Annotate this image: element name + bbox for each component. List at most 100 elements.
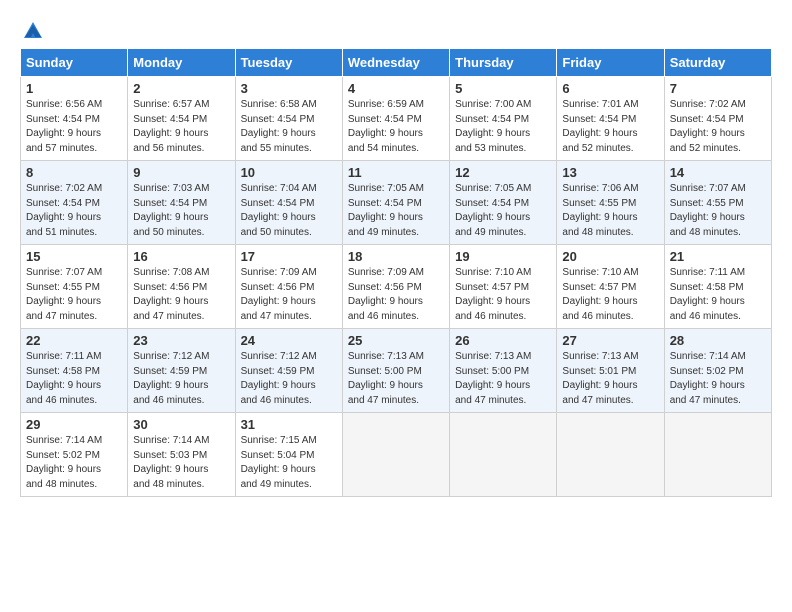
day-info: Sunrise: 7:09 AM Sunset: 4:56 PM Dayligh…	[348, 266, 444, 324]
day-info: Sunrise: 7:01 AM Sunset: 4:54 PM Dayligh…	[562, 98, 658, 156]
calendar-cell: 18 Sunrise: 7:09 AM Sunset: 4:56 PM Dayli…	[342, 245, 449, 329]
day-info: Sunrise: 7:04 AM Sunset: 4:54 PM Dayligh…	[241, 182, 337, 240]
calendar-cell: 5Sunrise: 7:00 AM Sunset: 4:54 PM Daylig…	[450, 77, 557, 161]
day-info: Sunrise: 7:14 AM Sunset: 5:02 PM Dayligh…	[670, 350, 766, 408]
calendar-cell: 7 Sunrise: 7:02 AM Sunset: 4:54 PM Daylig…	[664, 77, 771, 161]
day-info: Sunrise: 7:02 AM Sunset: 4:54 PM Dayligh…	[26, 182, 122, 240]
day-info: Sunrise: 7:07 AM Sunset: 4:55 PM Dayligh…	[26, 266, 122, 324]
day-number: 29	[26, 417, 122, 432]
day-info: Sunrise: 7:11 AM Sunset: 4:58 PM Dayligh…	[670, 266, 766, 324]
calendar-cell: 21 Sunrise: 7:11 AM Sunset: 4:58 PM Dayli…	[664, 245, 771, 329]
calendar-cell: 25 Sunrise: 7:13 AM Sunset: 5:00 PM Dayli…	[342, 329, 449, 413]
calendar-cell: 3Sunrise: 6:58 AM Sunset: 4:54 PM Daylig…	[235, 77, 342, 161]
day-number: 3	[241, 81, 337, 96]
day-info: Sunrise: 7:10 AM Sunset: 4:57 PM Dayligh…	[562, 266, 658, 324]
calendar-cell: 12Sunrise: 7:05 AM Sunset: 4:54 PM Dayli…	[450, 161, 557, 245]
day-info: Sunrise: 7:05 AM Sunset: 4:54 PM Dayligh…	[348, 182, 444, 240]
day-number: 4	[348, 81, 444, 96]
day-info: Sunrise: 7:12 AM Sunset: 4:59 PM Dayligh…	[133, 350, 229, 408]
day-info: Sunrise: 7:14 AM Sunset: 5:02 PM Dayligh…	[26, 434, 122, 492]
day-info: Sunrise: 6:57 AM Sunset: 4:54 PM Dayligh…	[133, 98, 229, 156]
day-number: 13	[562, 165, 658, 180]
day-info: Sunrise: 7:10 AM Sunset: 4:57 PM Dayligh…	[455, 266, 551, 324]
day-number: 7	[670, 81, 766, 96]
header	[20, 16, 772, 42]
calendar-cell: 23 Sunrise: 7:12 AM Sunset: 4:59 PM Dayli…	[128, 329, 235, 413]
day-number: 11	[348, 165, 444, 180]
day-header-monday: Monday	[128, 49, 235, 77]
day-header-saturday: Saturday	[664, 49, 771, 77]
calendar-cell	[342, 413, 449, 497]
day-number: 5	[455, 81, 551, 96]
day-number: 17	[241, 249, 337, 264]
calendar-week-3: 15 Sunrise: 7:07 AM Sunset: 4:55 PM Dayli…	[21, 245, 772, 329]
day-number: 31	[241, 417, 337, 432]
calendar-cell: 8 Sunrise: 7:02 AM Sunset: 4:54 PM Daylig…	[21, 161, 128, 245]
day-number: 19	[455, 249, 551, 264]
day-number: 6	[562, 81, 658, 96]
day-number: 8	[26, 165, 122, 180]
day-number: 2	[133, 81, 229, 96]
calendar-header-row: SundayMondayTuesdayWednesdayThursdayFrid…	[21, 49, 772, 77]
calendar-week-2: 8 Sunrise: 7:02 AM Sunset: 4:54 PM Daylig…	[21, 161, 772, 245]
page-container: SundayMondayTuesdayWednesdayThursdayFrid…	[0, 0, 792, 507]
day-info: Sunrise: 7:13 AM Sunset: 5:00 PM Dayligh…	[455, 350, 551, 408]
day-info: Sunrise: 7:06 AM Sunset: 4:55 PM Dayligh…	[562, 182, 658, 240]
calendar-cell: 14 Sunrise: 7:07 AM Sunset: 4:55 PM Dayli…	[664, 161, 771, 245]
day-info: Sunrise: 7:08 AM Sunset: 4:56 PM Dayligh…	[133, 266, 229, 324]
calendar-cell: 16Sunrise: 7:08 AM Sunset: 4:56 PM Dayli…	[128, 245, 235, 329]
day-info: Sunrise: 7:03 AM Sunset: 4:54 PM Dayligh…	[133, 182, 229, 240]
calendar-cell: 6 Sunrise: 7:01 AM Sunset: 4:54 PM Daylig…	[557, 77, 664, 161]
day-number: 1	[26, 81, 122, 96]
calendar-cell: 11 Sunrise: 7:05 AM Sunset: 4:54 PM Dayli…	[342, 161, 449, 245]
calendar-cell: 30 Sunrise: 7:14 AM Sunset: 5:03 PM Dayli…	[128, 413, 235, 497]
calendar-cell: 24 Sunrise: 7:12 AM Sunset: 4:59 PM Dayli…	[235, 329, 342, 413]
calendar-cell	[557, 413, 664, 497]
calendar-week-4: 22Sunrise: 7:11 AM Sunset: 4:58 PM Dayli…	[21, 329, 772, 413]
day-info: Sunrise: 7:07 AM Sunset: 4:55 PM Dayligh…	[670, 182, 766, 240]
logo	[20, 20, 44, 42]
day-info: Sunrise: 7:13 AM Sunset: 5:01 PM Dayligh…	[562, 350, 658, 408]
day-number: 9	[133, 165, 229, 180]
day-info: Sunrise: 7:13 AM Sunset: 5:00 PM Dayligh…	[348, 350, 444, 408]
day-info: Sunrise: 6:56 AM Sunset: 4:54 PM Dayligh…	[26, 98, 122, 156]
day-header-sunday: Sunday	[21, 49, 128, 77]
calendar-cell: 31 Sunrise: 7:15 AM Sunset: 5:04 PM Dayli…	[235, 413, 342, 497]
day-number: 22	[26, 333, 122, 348]
calendar-cell: 29 Sunrise: 7:14 AM Sunset: 5:02 PM Dayli…	[21, 413, 128, 497]
calendar-week-1: 1 Sunrise: 6:56 AM Sunset: 4:54 PM Daylig…	[21, 77, 772, 161]
day-number: 27	[562, 333, 658, 348]
day-info: Sunrise: 7:02 AM Sunset: 4:54 PM Dayligh…	[670, 98, 766, 156]
calendar-cell: 17 Sunrise: 7:09 AM Sunset: 4:56 PM Dayli…	[235, 245, 342, 329]
calendar-cell	[664, 413, 771, 497]
calendar-cell: 10Sunrise: 7:04 AM Sunset: 4:54 PM Dayli…	[235, 161, 342, 245]
day-info: Sunrise: 7:09 AM Sunset: 4:56 PM Dayligh…	[241, 266, 337, 324]
calendar-table: SundayMondayTuesdayWednesdayThursdayFrid…	[20, 48, 772, 497]
calendar-cell: 20Sunrise: 7:10 AM Sunset: 4:57 PM Dayli…	[557, 245, 664, 329]
day-number: 30	[133, 417, 229, 432]
calendar-cell: 26Sunrise: 7:13 AM Sunset: 5:00 PM Dayli…	[450, 329, 557, 413]
calendar-cell: 9 Sunrise: 7:03 AM Sunset: 4:54 PM Daylig…	[128, 161, 235, 245]
calendar-week-5: 29 Sunrise: 7:14 AM Sunset: 5:02 PM Dayli…	[21, 413, 772, 497]
logo-icon	[22, 20, 44, 42]
day-number: 15	[26, 249, 122, 264]
day-number: 21	[670, 249, 766, 264]
day-header-friday: Friday	[557, 49, 664, 77]
calendar-cell	[450, 413, 557, 497]
day-info: Sunrise: 7:15 AM Sunset: 5:04 PM Dayligh…	[241, 434, 337, 492]
calendar-cell: 15 Sunrise: 7:07 AM Sunset: 4:55 PM Dayli…	[21, 245, 128, 329]
day-info: Sunrise: 7:14 AM Sunset: 5:03 PM Dayligh…	[133, 434, 229, 492]
day-number: 25	[348, 333, 444, 348]
calendar-cell: 1 Sunrise: 6:56 AM Sunset: 4:54 PM Daylig…	[21, 77, 128, 161]
calendar-cell: 4 Sunrise: 6:59 AM Sunset: 4:54 PM Daylig…	[342, 77, 449, 161]
day-number: 14	[670, 165, 766, 180]
day-info: Sunrise: 7:12 AM Sunset: 4:59 PM Dayligh…	[241, 350, 337, 408]
day-header-tuesday: Tuesday	[235, 49, 342, 77]
day-number: 18	[348, 249, 444, 264]
day-number: 23	[133, 333, 229, 348]
calendar-cell: 13 Sunrise: 7:06 AM Sunset: 4:55 PM Dayli…	[557, 161, 664, 245]
calendar-cell: 27 Sunrise: 7:13 AM Sunset: 5:01 PM Dayli…	[557, 329, 664, 413]
day-header-thursday: Thursday	[450, 49, 557, 77]
day-info: Sunrise: 6:59 AM Sunset: 4:54 PM Dayligh…	[348, 98, 444, 156]
day-number: 24	[241, 333, 337, 348]
